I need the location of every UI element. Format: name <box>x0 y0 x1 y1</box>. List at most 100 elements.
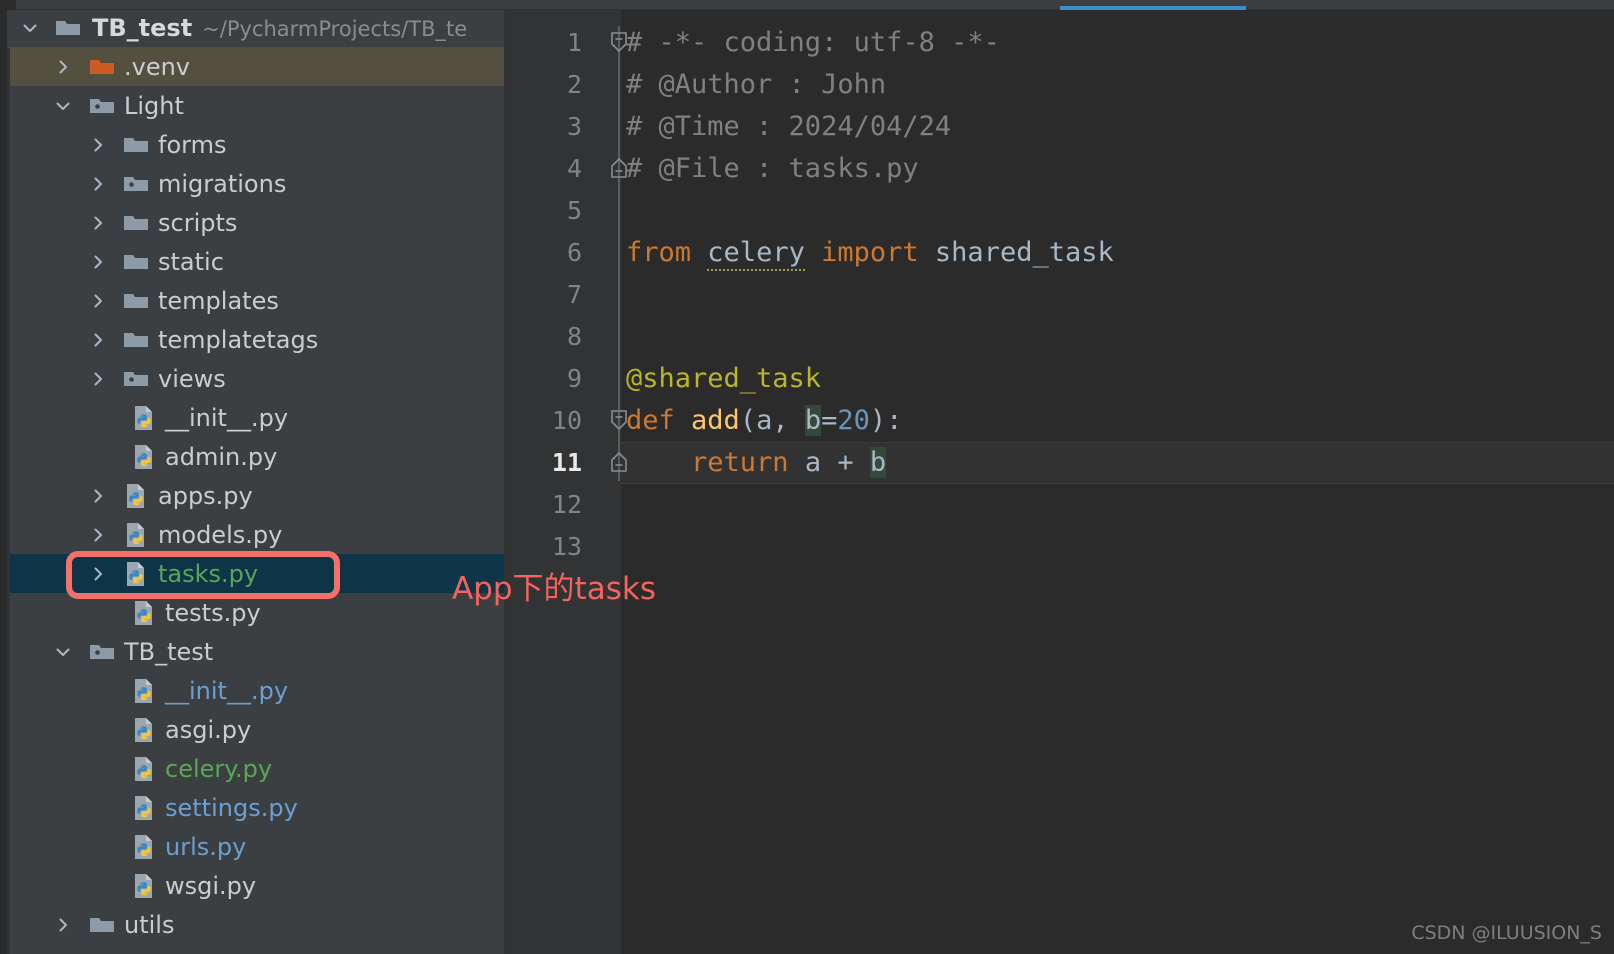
tree-row[interactable]: scripts <box>0 203 505 242</box>
code-token: def <box>626 405 675 436</box>
code-text: # -*- coding: utf-8 -*- <box>626 22 1000 64</box>
tree-row[interactable]: TB_test <box>0 632 505 671</box>
tree-row[interactable]: models.py <box>0 515 505 554</box>
code-text: # @Author : John <box>626 64 886 106</box>
chevron-right-icon[interactable] <box>88 330 108 350</box>
code-line[interactable]: 5 <box>506 190 1614 232</box>
tree-item-label: __init__.py <box>165 676 289 705</box>
editor-tab-strip <box>0 0 1614 10</box>
tree-row[interactable]: settings.py <box>0 788 505 827</box>
chevron-right-icon[interactable] <box>88 174 108 194</box>
tree-row[interactable]: apps.py <box>0 476 505 515</box>
python-file-icon <box>130 677 158 705</box>
code-token: # -*- coding: utf-8 -*- <box>626 27 1000 58</box>
chevron-right-icon[interactable] <box>53 57 73 77</box>
python-file-icon <box>122 482 150 510</box>
line-number: 13 <box>551 532 582 561</box>
tree-row[interactable]: Light <box>0 86 505 125</box>
sidebar-divider[interactable] <box>504 10 506 954</box>
code-line[interactable]: 4 # @File : tasks.py <box>506 148 1614 190</box>
tree-row[interactable]: forms <box>0 125 505 164</box>
tree-row[interactable]: tasks.py <box>0 554 505 593</box>
line-number: 5 <box>566 196 582 225</box>
code-line[interactable]: 9 @shared_task <box>506 358 1614 400</box>
tree-row[interactable]: celery.py <box>0 749 505 788</box>
code-text: @shared_task <box>626 358 821 400</box>
folder-icon <box>122 326 150 354</box>
line-number: 10 <box>551 406 582 435</box>
code-line[interactable]: 3 # @Time : 2024/04/24 <box>506 106 1614 148</box>
tree-row[interactable]: __init__.py <box>0 671 505 710</box>
code-text: from celery import shared_task <box>626 232 1114 274</box>
code-line[interactable]: 13 <box>506 526 1614 568</box>
chevron-down-icon[interactable] <box>53 642 73 662</box>
code-text: # @Time : 2024/04/24 <box>626 106 951 148</box>
python-file-icon <box>130 443 158 471</box>
line-number: 8 <box>566 322 582 351</box>
chevron-right-icon[interactable] <box>88 213 108 233</box>
code-line[interactable]: 6 from celery import shared_task <box>506 232 1614 274</box>
code-token: add <box>691 405 740 436</box>
tree-row[interactable]: tests.py <box>0 593 505 632</box>
tree-row[interactable]: static <box>0 242 505 281</box>
folder-excluded-icon <box>88 53 116 81</box>
code-line[interactable]: 11 return a + b <box>506 442 1614 484</box>
code-token: a <box>804 447 822 478</box>
tree-item-label: __init__.py <box>165 403 289 432</box>
folder-icon <box>122 287 150 315</box>
tree-row[interactable]: templatetags <box>0 320 505 359</box>
tree-row[interactable]: wsgi.py <box>0 866 505 905</box>
code-token: 20 <box>837 405 870 436</box>
tree-row[interactable]: .venv <box>0 47 505 86</box>
pycharm-window: TB_test ~/PycharmProjects/TB_te .venv Light… <box>0 0 1614 954</box>
tree-row[interactable]: utils <box>0 905 505 944</box>
tree-row[interactable]: urls.py <box>0 827 505 866</box>
tree-row[interactable]: migrations <box>0 164 505 203</box>
tree-row[interactable]: asgi.py <box>0 710 505 749</box>
tree-row[interactable]: admin.py <box>0 437 505 476</box>
code-line[interactable]: 10 def add(a, b=20): <box>506 400 1614 442</box>
folder-icon <box>122 209 150 237</box>
chevron-right-icon[interactable] <box>88 486 108 506</box>
chevron-right-icon[interactable] <box>88 564 108 584</box>
tree-item-label: tests.py <box>165 598 261 627</box>
python-file-icon <box>122 560 150 588</box>
code-editor[interactable]: 1 # -*- coding: utf-8 -*- 2 # @Author : Joh… <box>506 10 1614 954</box>
code-line[interactable]: 8 <box>506 316 1614 358</box>
code-line[interactable]: 7 <box>506 274 1614 316</box>
tree-item-label: wsgi.py <box>165 871 257 900</box>
tree-item-label: apps.py <box>158 481 253 510</box>
chevron-right-icon[interactable] <box>88 291 108 311</box>
code-token: import <box>821 237 919 268</box>
tree-row[interactable]: views <box>0 359 505 398</box>
tree-row-root[interactable]: TB_test ~/PycharmProjects/TB_te <box>0 10 505 47</box>
tree-item-label: models.py <box>158 520 283 549</box>
chevron-down-icon[interactable] <box>53 96 73 116</box>
tree-row[interactable]: templates <box>0 281 505 320</box>
code-token: = <box>821 405 838 436</box>
tree-item-label: Light <box>124 91 184 120</box>
code-token: , <box>772 405 805 436</box>
code-line[interactable]: 12 <box>506 484 1614 526</box>
sidebar-scrollbar-track[interactable] <box>7 48 10 954</box>
chevron-down-icon[interactable] <box>20 18 40 38</box>
python-file-icon <box>130 833 158 861</box>
chevron-right-icon[interactable] <box>88 525 108 545</box>
code-token: shared_task <box>934 237 1114 268</box>
code-token: b <box>869 447 887 478</box>
tree-row[interactable]: __init__.py <box>0 398 505 437</box>
code-line[interactable]: 2 # @Author : John <box>506 64 1614 106</box>
code-text: # @File : tasks.py <box>626 148 919 190</box>
code-token: + <box>821 447 870 478</box>
line-number: 4 <box>566 154 582 183</box>
chevron-right-icon[interactable] <box>88 252 108 272</box>
chevron-right-icon[interactable] <box>88 369 108 389</box>
line-number: 9 <box>566 364 582 393</box>
project-file-tree[interactable]: TB_test ~/PycharmProjects/TB_te .venv Light… <box>0 10 505 937</box>
line-number: 3 <box>566 112 582 141</box>
chevron-right-icon[interactable] <box>88 135 108 155</box>
chevron-right-icon[interactable] <box>53 915 73 935</box>
code-line[interactable]: 1 # -*- coding: utf-8 -*- <box>506 22 1614 64</box>
